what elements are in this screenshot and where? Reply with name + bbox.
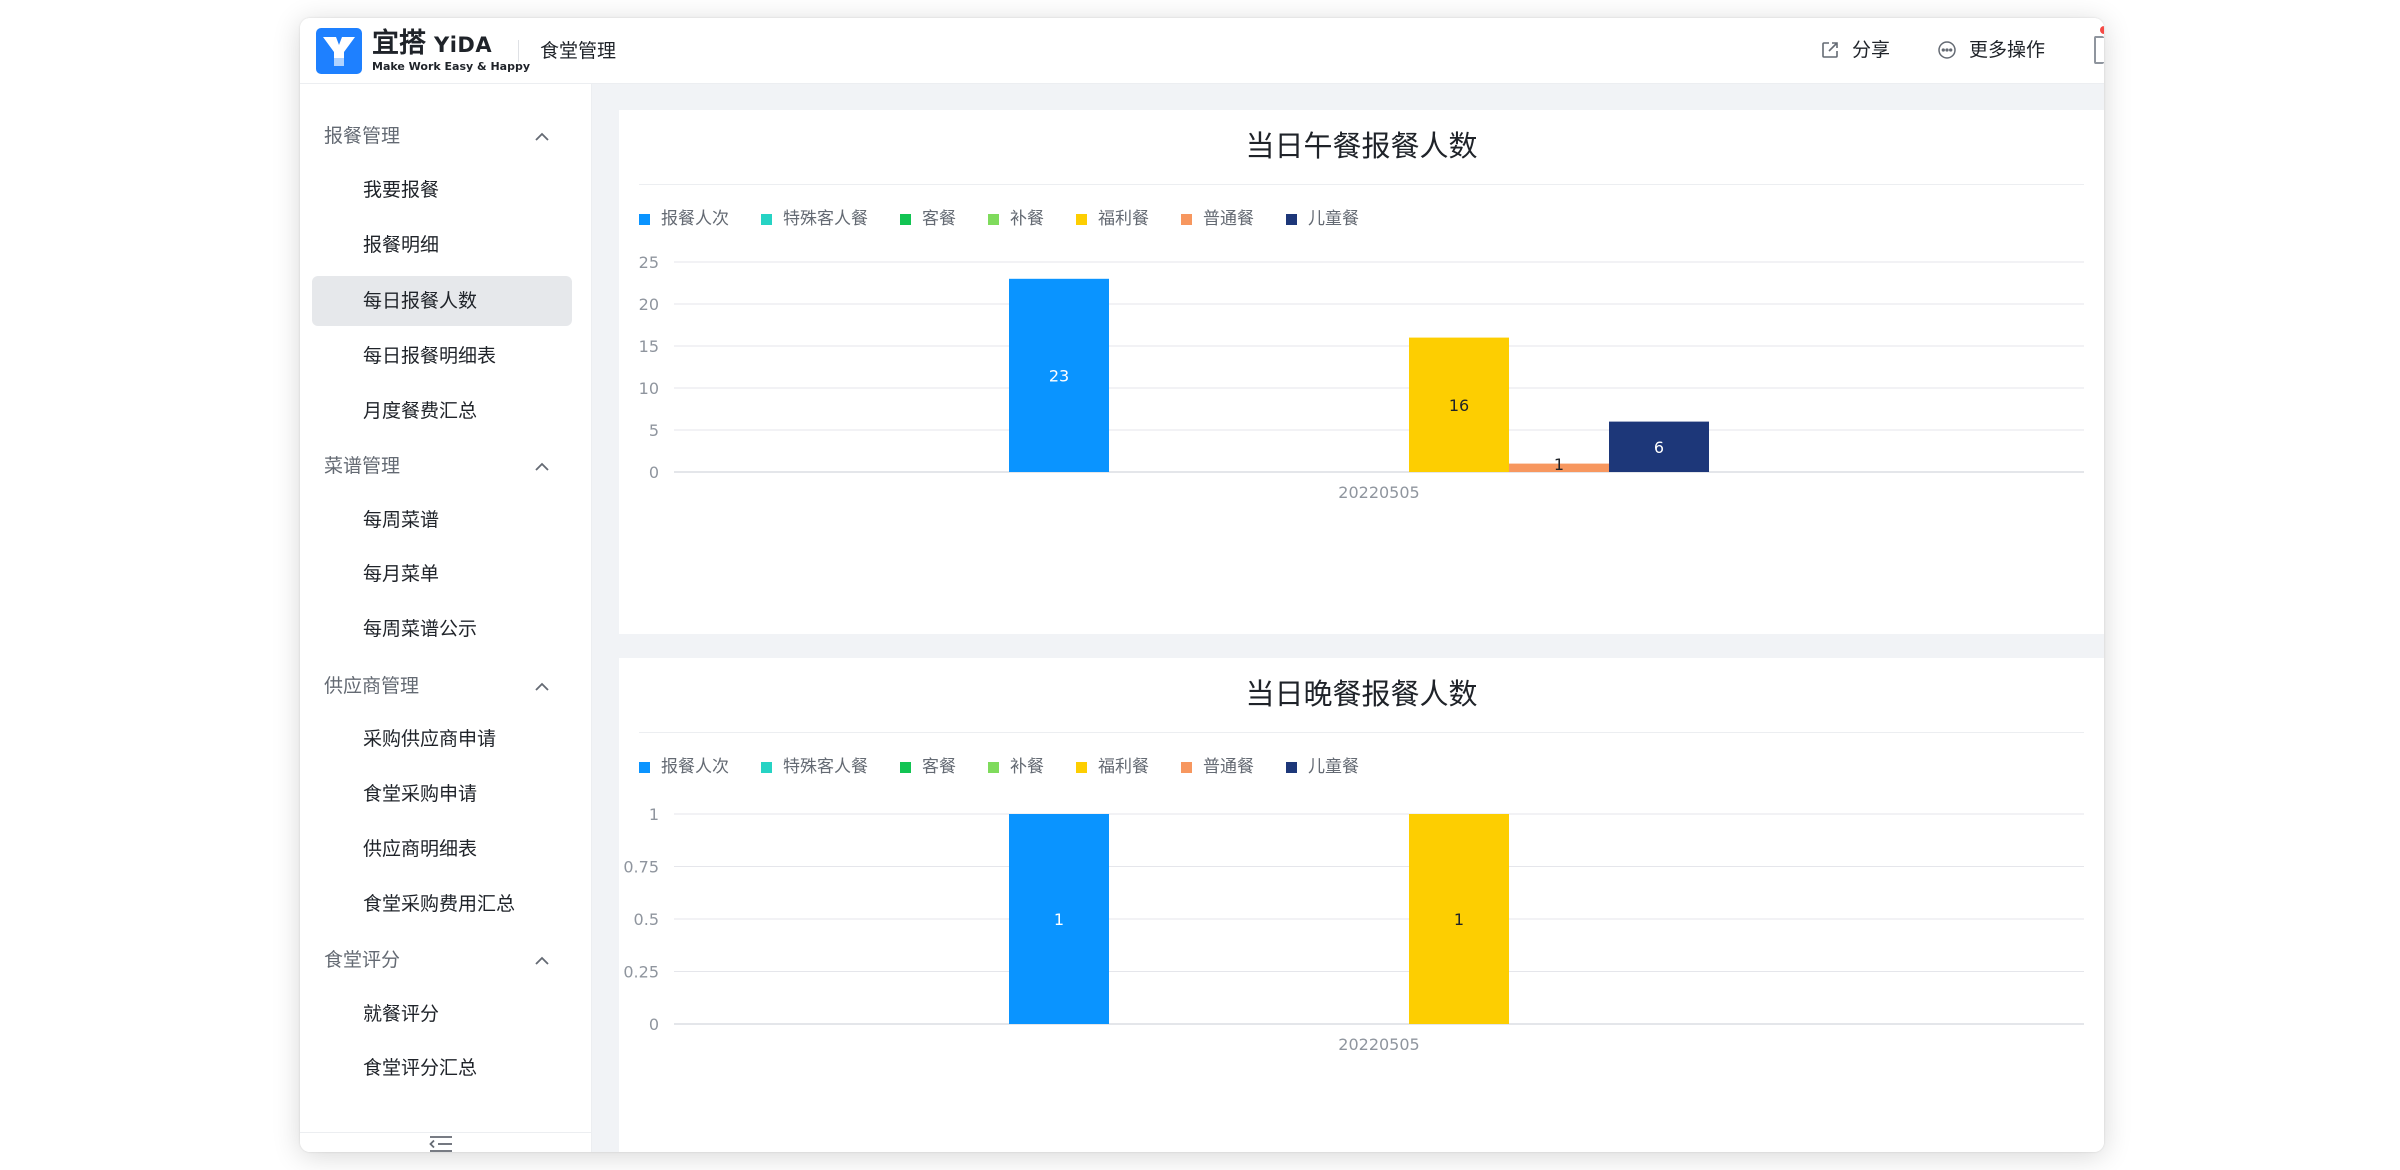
y-tick-label: 0	[649, 463, 659, 482]
sidebar-item-meal-report-detail[interactable]: 报餐明细	[312, 220, 572, 270]
sidebar-item-weekly-menu[interactable]: 每周菜谱	[312, 495, 572, 545]
yida-logo-icon	[316, 28, 362, 74]
lunch-chart-card: 当日午餐报餐人数 报餐人次 特殊客人餐 客餐 补餐 福利餐 普通餐 儿童餐 0 5 10 15 20…	[619, 110, 2104, 634]
sidebar-item-label: 采购供应商申请	[363, 728, 497, 750]
sidebar: 报餐管理 我要报餐 报餐明细 每日报餐人数 每日报餐明细表 月度餐费汇总 菜谱管…	[300, 84, 592, 1152]
bar-value-label: 16	[1449, 396, 1469, 415]
sidebar-item-label: 就餐评分	[363, 1003, 440, 1025]
sidebar-item-monthly-menu[interactable]: 每月菜单	[312, 549, 572, 599]
chevron-up-icon	[535, 682, 549, 691]
sidebar-item-my-meal-report[interactable]: 我要报餐	[312, 165, 572, 215]
top-bar: 宜搭 YiDA Make Work Easy & Happy 食堂管理 分享 更多…	[300, 18, 2104, 84]
sidebar-item-label: 食堂采购费用汇总	[363, 893, 516, 915]
sidebar-group-supplier[interactable]: 供应商管理	[300, 659, 592, 713]
sidebar-item-label: 每周菜谱	[363, 509, 440, 531]
logo-en-text: YiDA	[434, 32, 493, 57]
y-tick-label: 10	[639, 379, 659, 398]
sidebar-item-daily-meal-count[interactable]: 每日报餐人数	[312, 276, 572, 326]
chevron-up-icon	[535, 956, 549, 965]
sidebar-item-supplier-application[interactable]: 采购供应商申请	[312, 714, 572, 764]
share-label: 分享	[1852, 39, 1891, 61]
sidebar-item-supplier-detail-table[interactable]: 供应商明细表	[312, 824, 572, 874]
yida-logo[interactable]: 宜搭 YiDA Make Work Easy & Happy	[316, 28, 530, 74]
sidebar-group-meal-report[interactable]: 报餐管理	[300, 109, 592, 163]
logo-slogan: Make Work Easy & Happy	[372, 59, 531, 73]
sidebar-group-label: 供应商管理	[324, 675, 420, 697]
more-actions-label: 更多操作	[1969, 39, 2046, 61]
sidebar-item-label: 每日报餐明细表	[363, 345, 497, 367]
dinner-bar-chart: 0 0.25 0.5 0.75 1 1 1 20220505	[623, 805, 2084, 1054]
notification-icon[interactable]	[2094, 36, 2104, 64]
sidebar-item-purchase-cost-summary[interactable]: 食堂采购费用汇总	[312, 879, 572, 929]
notification-dot	[2100, 26, 2104, 34]
sidebar-group-canteen-rating[interactable]: 食堂评分	[300, 933, 592, 987]
share-icon	[1822, 42, 1838, 58]
sidebar-item-rating-summary[interactable]: 食堂评分汇总	[312, 1043, 572, 1093]
sidebar-group-label: 食堂评分	[324, 949, 401, 971]
sidebar-item-dining-rating[interactable]: 就餐评分	[312, 989, 572, 1039]
bar-value-label: 23	[1049, 366, 1069, 385]
chevron-up-icon	[535, 132, 549, 141]
sidebar-item-label: 报餐明细	[363, 234, 440, 256]
bar-value-label: 1	[1054, 910, 1064, 929]
sidebar-item-label: 月度餐费汇总	[363, 400, 478, 422]
y-tick-label: 0	[649, 1015, 659, 1034]
y-tick-label: 5	[649, 421, 659, 440]
sidebar-item-label: 食堂评分汇总	[363, 1057, 478, 1079]
sidebar-item-daily-meal-detail-table[interactable]: 每日报餐明细表	[312, 331, 572, 381]
app-name[interactable]: 食堂管理	[540, 38, 616, 64]
y-tick-label: 0.5	[634, 910, 659, 929]
more-actions-button[interactable]: 更多操作	[1937, 36, 2045, 64]
logo-cn-text: 宜搭	[372, 27, 426, 59]
sidebar-group-label: 菜谱管理	[324, 455, 401, 477]
x-category-label: 20220505	[1338, 1035, 1419, 1054]
dinner-chart-card: 当日晚餐报餐人数 报餐人次 特殊客人餐 客餐 补餐 福利餐 普通餐 儿童餐 0 0.25 0.5…	[619, 658, 2104, 1152]
y-tick-label: 0.75	[623, 858, 659, 877]
bar-value-label: 1	[1454, 910, 1464, 929]
sidebar-item-label: 每月菜单	[363, 563, 440, 585]
lunch-bar-chart: 051015202523161620220505	[639, 253, 2084, 502]
sidebar-item-label: 每日报餐人数	[363, 290, 478, 312]
chevron-up-icon	[535, 462, 549, 471]
y-tick-label: 25	[639, 253, 659, 272]
sidebar-item-label: 每周菜谱公示	[363, 618, 478, 640]
collapse-sidebar-icon[interactable]	[428, 1134, 454, 1152]
share-button[interactable]: 分享	[1820, 36, 1890, 64]
main-content: 当日午餐报餐人数 报餐人次 特殊客人餐 客餐 补餐 福利餐 普通餐 儿童餐 0 5 10 15 20…	[592, 84, 2104, 1152]
more-icon	[1938, 41, 1956, 59]
y-tick-label: 0.25	[623, 963, 659, 982]
sidebar-item-label: 食堂采购申请	[363, 783, 478, 805]
y-tick-label: 15	[639, 337, 659, 356]
bar-value-label: 6	[1654, 438, 1664, 457]
sidebar-item-label: 供应商明细表	[363, 838, 478, 860]
sidebar-item-weekly-menu-notice[interactable]: 每周菜谱公示	[312, 604, 572, 654]
sidebar-group-menu[interactable]: 菜谱管理	[300, 439, 592, 493]
sidebar-item-canteen-purchase-request[interactable]: 食堂采购申请	[312, 769, 572, 819]
sidebar-item-label: 我要报餐	[363, 179, 440, 201]
y-tick-label: 1	[649, 805, 659, 824]
y-tick-label: 20	[639, 295, 659, 314]
x-category-label: 20220505	[1338, 483, 1419, 502]
app-window: 宜搭 YiDA Make Work Easy & Happy 食堂管理 分享 更多…	[300, 18, 2104, 1152]
sidebar-item-monthly-meal-fee[interactable]: 月度餐费汇总	[312, 386, 572, 436]
header-divider	[518, 40, 519, 62]
bar-value-label: 1	[1554, 455, 1564, 474]
sidebar-group-label: 报餐管理	[324, 125, 401, 147]
